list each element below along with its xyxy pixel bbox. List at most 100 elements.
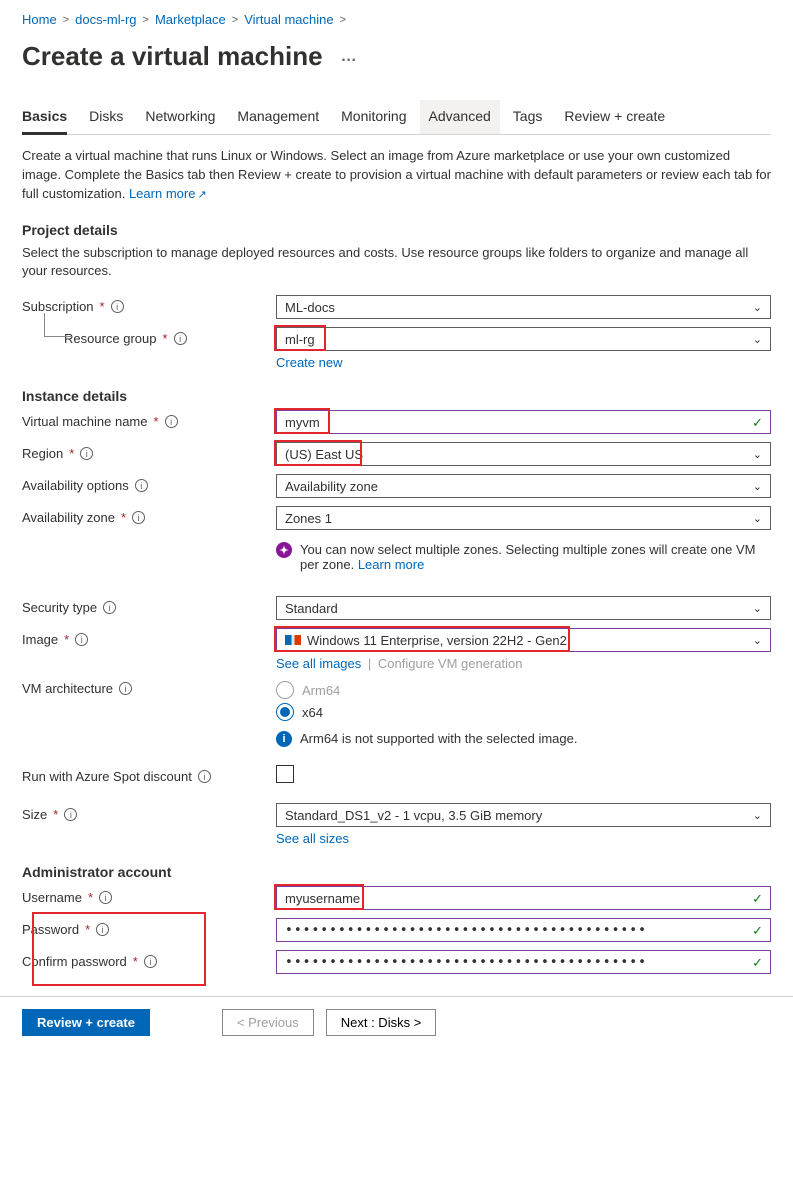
tab-advanced[interactable]: Advanced	[420, 100, 500, 134]
availability-zone-dropdown[interactable]: Zones 1 ⌄	[276, 506, 771, 530]
more-icon[interactable]: …	[335, 44, 365, 70]
vm-name-label: Virtual machine name	[22, 414, 148, 429]
chevron-down-icon: ⌄	[753, 512, 762, 525]
required-icon: *	[64, 632, 69, 647]
arch-arm64-label: Arm64	[302, 683, 340, 698]
region-label: Region	[22, 446, 63, 461]
security-type-label: Security type	[22, 600, 97, 615]
bc-home[interactable]: Home	[22, 12, 57, 27]
tab-tags[interactable]: Tags	[513, 100, 543, 134]
vm-name-input[interactable]: myvm ✓	[276, 410, 771, 434]
required-icon: *	[100, 299, 105, 314]
info-icon[interactable]: i	[111, 300, 124, 313]
info-icon[interactable]: i	[135, 479, 148, 492]
info-icon[interactable]: i	[103, 601, 116, 614]
subscription-dropdown[interactable]: ML-docs ⌄	[276, 295, 771, 319]
breadcrumb: Home > docs-ml-rg > Marketplace > Virtual m…	[22, 8, 771, 37]
tab-monitoring[interactable]: Monitoring	[341, 100, 406, 134]
password-input[interactable]: ••••••••••••••••••••••••••••••••••••••••…	[276, 918, 771, 942]
title-text: Create a virtual machine	[22, 41, 323, 72]
check-icon: ✓	[752, 415, 763, 431]
resource-group-label: Resource group	[64, 331, 157, 346]
chevron-down-icon: ⌄	[753, 809, 762, 822]
resource-group-dropdown[interactable]: ml-rg ⌄	[276, 327, 771, 351]
required-icon: *	[69, 446, 74, 461]
page-title: Create a virtual machine …	[22, 41, 771, 72]
arch-x64-radio[interactable]	[276, 703, 294, 721]
info-icon[interactable]: i	[174, 332, 187, 345]
availability-options-dropdown[interactable]: Availability zone ⌄	[276, 474, 771, 498]
windows-icon	[285, 635, 301, 645]
instance-heading: Instance details	[22, 388, 771, 404]
admin-heading: Administrator account	[22, 864, 771, 880]
see-all-images-link[interactable]: See all images	[276, 656, 361, 671]
project-heading: Project details	[22, 222, 771, 238]
learn-more-link[interactable]: Learn more↗	[129, 186, 207, 201]
required-icon: *	[88, 890, 93, 905]
info-icon[interactable]: i	[80, 447, 93, 460]
chevron-right-icon: >	[232, 14, 238, 26]
external-link-icon: ↗	[197, 189, 206, 201]
chevron-down-icon: ⌄	[753, 634, 762, 647]
info-icon[interactable]: i	[132, 511, 145, 524]
chevron-down-icon: ⌄	[753, 480, 762, 493]
tab-management[interactable]: Management	[237, 100, 319, 134]
availability-zone-label: Availability zone	[22, 510, 115, 525]
tab-disks[interactable]: Disks	[89, 100, 123, 134]
spot-checkbox[interactable]	[276, 765, 294, 783]
spot-label: Run with Azure Spot discount	[22, 769, 192, 784]
highlight-box	[32, 912, 206, 986]
chevron-down-icon: ⌄	[753, 301, 762, 314]
info-icon[interactable]: i	[198, 770, 211, 783]
info-icon[interactable]: i	[99, 891, 112, 904]
image-label: Image	[22, 632, 58, 647]
username-input[interactable]: myusername ✓	[276, 886, 771, 910]
info-icon[interactable]: i	[165, 415, 178, 428]
info-icon[interactable]: i	[75, 633, 88, 646]
chevron-right-icon: >	[63, 14, 69, 26]
tab-review[interactable]: Review + create	[564, 100, 665, 134]
size-label: Size	[22, 807, 47, 822]
intro-text: Create a virtual machine that runs Linux…	[22, 147, 771, 204]
chevron-down-icon: ⌄	[753, 448, 762, 461]
region-dropdown[interactable]: (US) East US ⌄	[276, 442, 771, 466]
info-icon[interactable]: i	[64, 808, 77, 821]
review-create-button[interactable]: Review + create	[22, 1009, 150, 1036]
confirm-password-input[interactable]: ••••••••••••••••••••••••••••••••••••••••…	[276, 950, 771, 974]
required-icon: *	[53, 807, 58, 822]
see-all-sizes-link[interactable]: See all sizes	[276, 831, 349, 846]
arch-arm64-radio	[276, 681, 294, 699]
username-label: Username	[22, 890, 82, 905]
bc-vm[interactable]: Virtual machine	[244, 12, 333, 27]
info-icon: i	[276, 731, 292, 747]
previous-button[interactable]: < Previous	[222, 1009, 314, 1036]
required-icon: *	[154, 414, 159, 429]
vm-architecture-label: VM architecture	[22, 681, 113, 696]
info-icon[interactable]: i	[119, 682, 132, 695]
footer: Review + create < Previous Next : Disks …	[0, 996, 793, 1048]
tab-networking[interactable]: Networking	[145, 100, 215, 134]
zone-info: ✦ You can now select multiple zones. Sel…	[276, 542, 766, 572]
availability-options-label: Availability options	[22, 478, 129, 493]
rocket-icon: ✦	[276, 542, 292, 558]
chevron-down-icon: ⌄	[753, 602, 762, 615]
subscription-label: Subscription	[22, 299, 94, 314]
tab-basics[interactable]: Basics	[22, 100, 67, 135]
bc-rg[interactable]: docs-ml-rg	[75, 12, 136, 27]
tree-elbow-icon	[44, 313, 72, 337]
learn-more-zones-link[interactable]: Learn more	[358, 557, 424, 572]
arm-warning: i Arm64 is not supported with the select…	[276, 731, 766, 747]
size-dropdown[interactable]: Standard_DS1_v2 - 1 vcpu, 3.5 GiB memory…	[276, 803, 771, 827]
security-type-dropdown[interactable]: Standard ⌄	[276, 596, 771, 620]
bc-marketplace[interactable]: Marketplace	[155, 12, 226, 27]
create-new-rg-link[interactable]: Create new	[276, 355, 342, 370]
project-desc: Select the subscription to manage deploy…	[22, 244, 771, 282]
image-dropdown[interactable]: Windows 11 Enterprise, version 22H2 - Ge…	[276, 628, 771, 652]
arch-x64-label: x64	[302, 705, 323, 720]
required-icon: *	[121, 510, 126, 525]
next-button[interactable]: Next : Disks >	[326, 1009, 437, 1036]
chevron-right-icon: >	[143, 14, 149, 26]
required-icon: *	[163, 331, 168, 346]
configure-generation-link: Configure VM generation	[378, 656, 523, 671]
tabs: Basics Disks Networking Management Monit…	[22, 100, 771, 135]
